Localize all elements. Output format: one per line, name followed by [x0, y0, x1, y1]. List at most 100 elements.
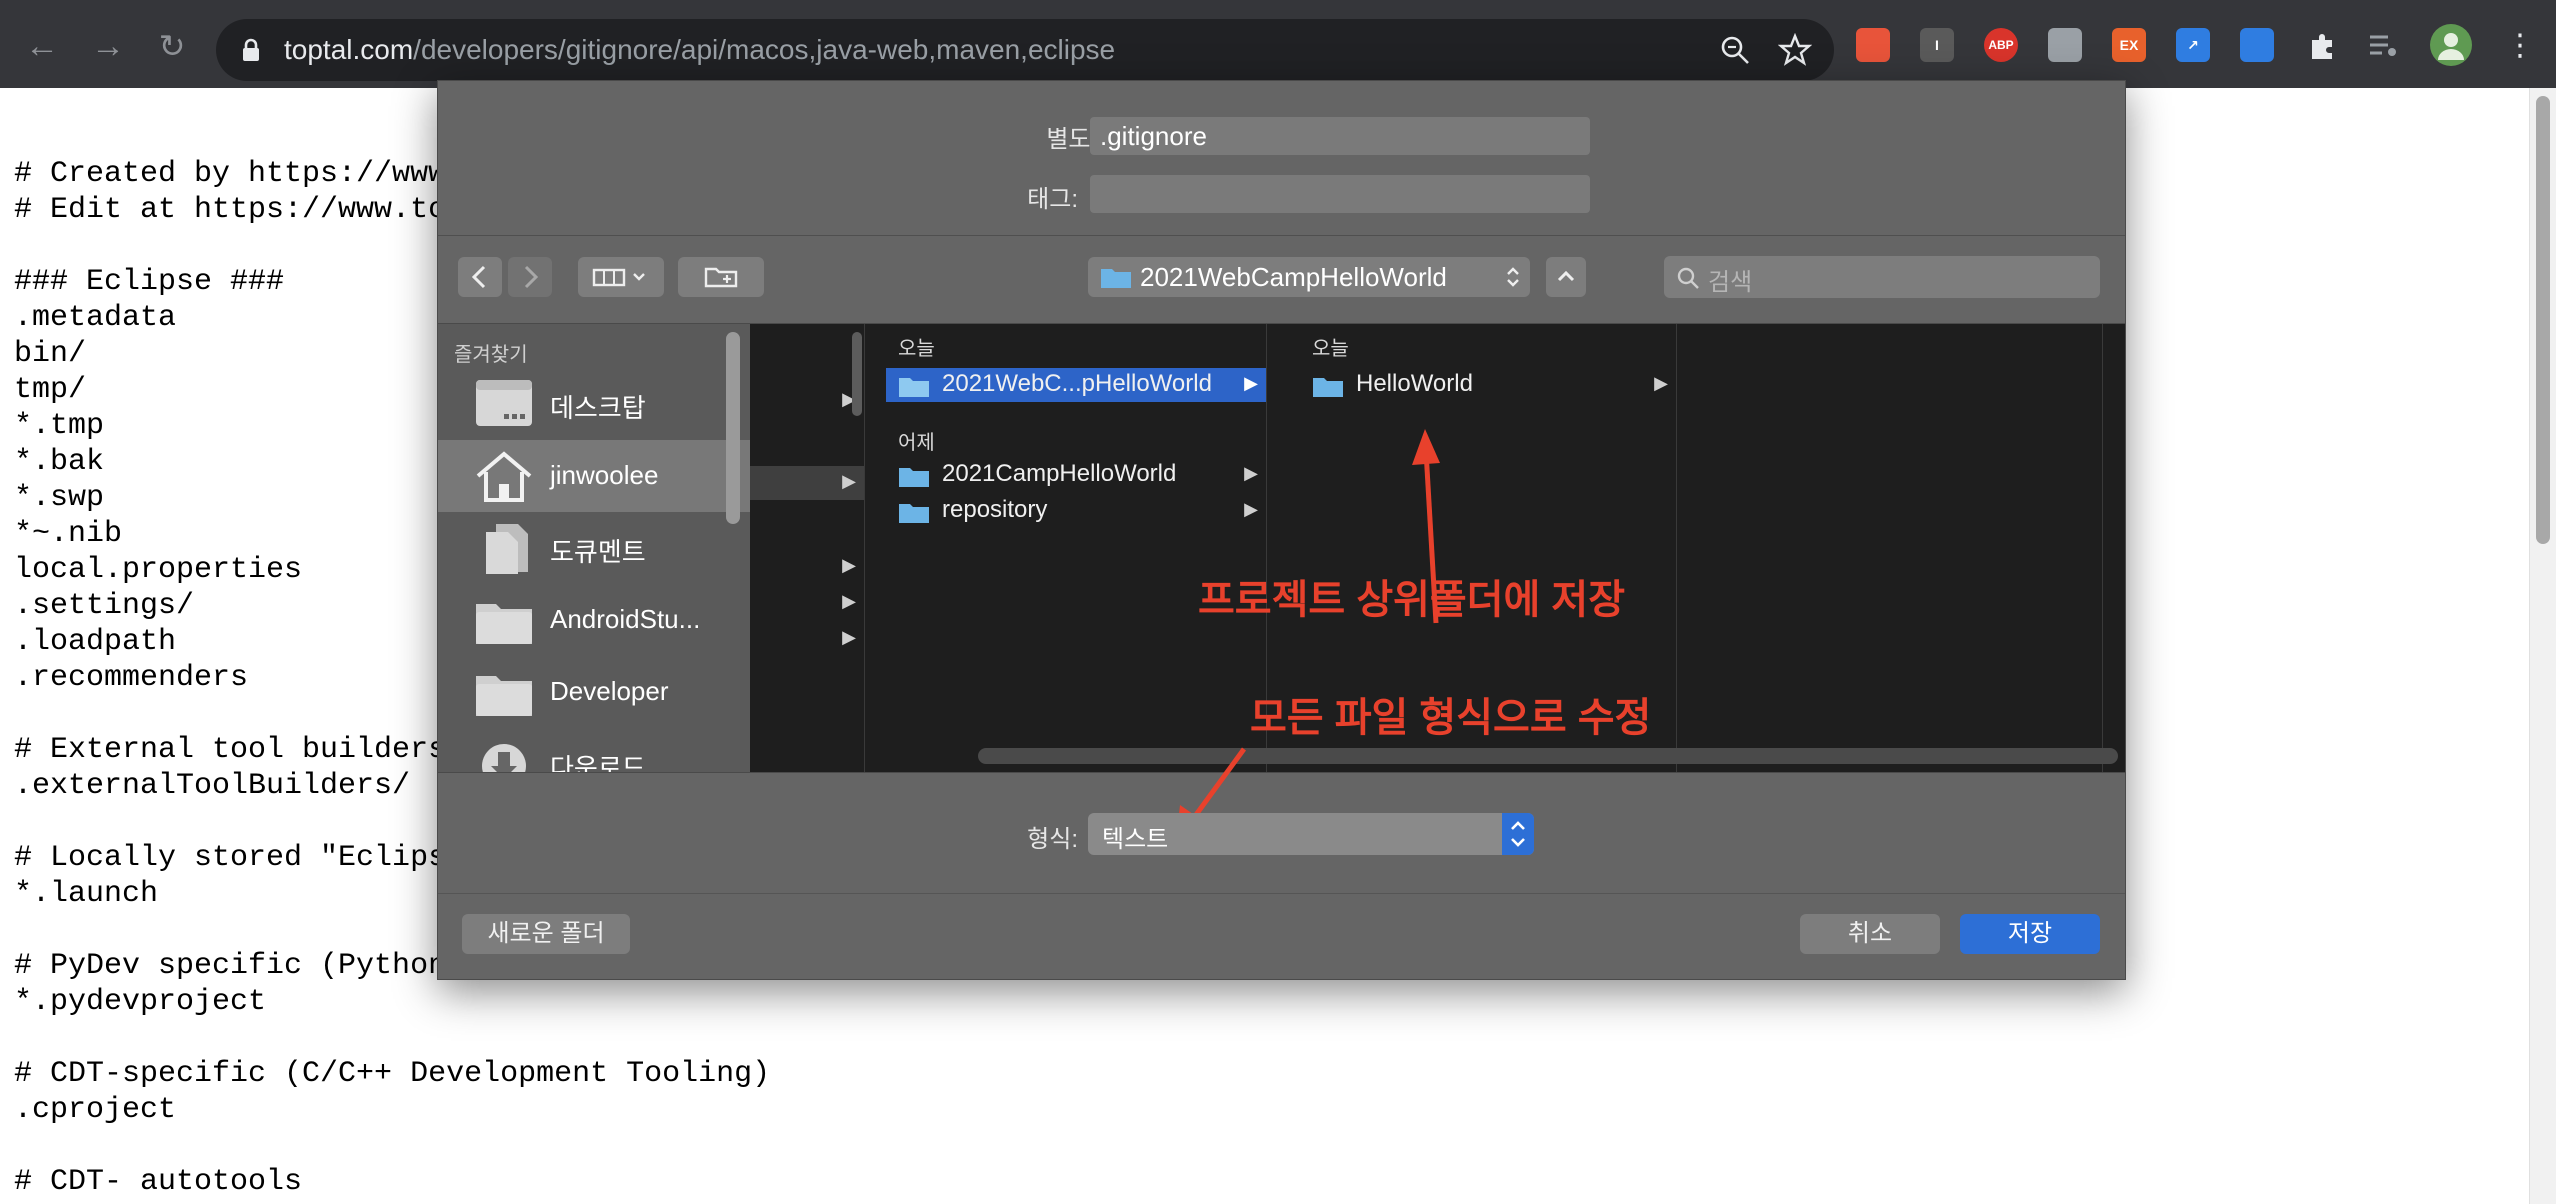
- new-folder-toolbar-button[interactable]: [678, 257, 764, 297]
- home-icon: [476, 451, 532, 502]
- toolbox-ext-icon[interactable]: [1856, 28, 1890, 62]
- sidebar-item-label: 다운로드: [550, 753, 646, 772]
- sidebar: 즐겨찾기 데스크탑 jinwoolee 도큐멘트 AndroidStu... D…: [438, 324, 750, 772]
- sidebar-item-label: jinwoolee: [550, 460, 659, 490]
- format-stepper[interactable]: [1502, 813, 1534, 855]
- ex-ext-icon[interactable]: EX: [2112, 28, 2146, 62]
- forward-button[interactable]: [508, 257, 552, 297]
- sidebar-item-androidstudio[interactable]: AndroidStu...: [438, 584, 750, 656]
- page-scrollbar[interactable]: [2529, 88, 2556, 1204]
- yesterday-heading: 어제: [898, 432, 935, 454]
- list-item[interactable]: HelloWorld ▶: [1300, 368, 1676, 402]
- chrome-menu-icon[interactable]: ⋮: [2500, 26, 2540, 66]
- view-mode-button[interactable]: [578, 257, 664, 297]
- folder-icon: [1313, 378, 1343, 397]
- reader-ext-icon[interactable]: I: [1920, 28, 1954, 62]
- folder-name: repository: [942, 496, 1048, 523]
- sidebar-scrollbar[interactable]: [726, 332, 740, 524]
- bookmark-star-icon[interactable]: [1778, 33, 1812, 67]
- extensions-puzzle-icon[interactable]: [2306, 28, 2340, 62]
- column-empty: [1698, 324, 2103, 772]
- reading-list-icon[interactable]: [2366, 28, 2400, 62]
- browser-toolbar: ← → ↻ toptal.com/developers/gitignore/ap…: [0, 0, 2556, 88]
- sidebar-item-documents[interactable]: 도큐멘트: [438, 512, 750, 584]
- sidebar-item-downloads[interactable]: 다운로드: [438, 728, 750, 772]
- folder-icon: [899, 468, 929, 487]
- back-button[interactable]: [458, 257, 502, 297]
- updown-chevron-icon: [1507, 267, 1519, 287]
- list-item[interactable]: 2021WebC...pHelloWorld ▶: [886, 368, 1266, 402]
- scrollbar-thumb[interactable]: [2536, 96, 2550, 544]
- window-ext-icon[interactable]: [2240, 28, 2274, 62]
- chevron-right-icon: ▶: [842, 471, 856, 491]
- cancel-button[interactable]: 취소: [1800, 914, 1940, 954]
- sidebar-item-label: 데스크탑: [550, 393, 646, 423]
- column-workspace: 오늘 2021WebC...pHelloWorld ▶ 어제 2021CampH…: [886, 324, 1267, 772]
- column-parent: ▶ ▶ ▶ ▶ ▶: [750, 324, 865, 772]
- sidebar-item-label: 도큐멘트: [550, 537, 646, 567]
- sync-ext-icon[interactable]: [2048, 28, 2082, 62]
- tags-field[interactable]: [1090, 175, 1590, 213]
- sidebar-item-label: Developer: [550, 676, 669, 706]
- documents-icon: [486, 524, 528, 574]
- save-button[interactable]: 저장: [1960, 914, 2100, 954]
- folder-icon: [476, 676, 532, 716]
- chevron-right-icon: ▶: [1654, 373, 1668, 393]
- folder-icon: [899, 378, 929, 397]
- format-value: 텍스트: [1102, 826, 1169, 853]
- annotation-save-parent: 프로젝트 상위폴더에 저장: [1198, 578, 1626, 622]
- downloads-icon: [482, 744, 526, 772]
- filename-value: .gitignore: [1100, 121, 1207, 151]
- filename-field[interactable]: .gitignore: [1090, 117, 1590, 155]
- address-bar[interactable]: toptal.com/developers/gitignore/api/maco…: [216, 19, 1834, 81]
- chevron-up-icon: [1557, 270, 1575, 282]
- search-field[interactable]: 검색: [1664, 256, 2100, 298]
- tags-label: 태그:: [1027, 186, 1078, 213]
- adblock-plus-icon[interactable]: ABP: [1984, 28, 2018, 62]
- chevron-right-icon: ▶: [842, 591, 856, 611]
- chevron-right-icon: ▶: [1244, 463, 1258, 483]
- folder-name: 2021WebC...pHelloWorld: [942, 370, 1212, 397]
- list-item[interactable]: ▶: [750, 466, 864, 500]
- lock-icon: [243, 38, 259, 61]
- horizontal-scrollbar[interactable]: [978, 748, 2118, 764]
- sidebar-item-developer[interactable]: Developer: [438, 656, 750, 728]
- divider: [438, 235, 2125, 236]
- list-item[interactable]: repository ▶: [886, 494, 1266, 528]
- list-item[interactable]: ▶: [750, 622, 864, 656]
- divider: [438, 893, 2125, 894]
- back-icon[interactable]: ←: [22, 26, 62, 66]
- sidebar-item-desktop[interactable]: 데스크탑: [438, 368, 750, 440]
- today-heading: 오늘: [1312, 338, 1349, 360]
- avatar[interactable]: [2430, 24, 2472, 66]
- location-name: 2021WebCampHelloWorld: [1140, 262, 1447, 292]
- new-folder-icon: [704, 267, 738, 288]
- url-text: toptal.com/developers/gitignore/api/maco…: [284, 34, 1116, 65]
- chevron-right-icon: [524, 265, 539, 289]
- chevron-left-icon: [471, 265, 486, 289]
- format-label: 형식:: [1027, 826, 1078, 853]
- expand-collapse-button[interactable]: [1546, 257, 1586, 297]
- folder-name: 2021CampHelloWorld: [942, 460, 1177, 487]
- annotation-format-note: 모든 파일 형식으로 수정: [1250, 696, 1652, 740]
- updown-chevron-icon: [1511, 821, 1525, 847]
- format-select[interactable]: 텍스트: [1088, 813, 1534, 855]
- list-item[interactable]: ▶: [750, 550, 864, 584]
- new-folder-button[interactable]: 새로운 폴더: [462, 914, 630, 954]
- list-item[interactable]: ▶: [750, 586, 864, 620]
- location-popup[interactable]: 2021WebCampHelloWorld: [1088, 257, 1530, 297]
- columns-view-icon: [592, 268, 645, 287]
- list-item[interactable]: ▶: [750, 384, 864, 418]
- sidebar-item-jinwoolee[interactable]: jinwoolee: [438, 440, 750, 512]
- folder-icon: [476, 604, 532, 644]
- search-placeholder: 검색: [1708, 269, 1753, 296]
- expand-ext-icon[interactable]: ↗: [2176, 28, 2210, 62]
- zoom-icon[interactable]: [1718, 33, 1752, 67]
- chevron-right-icon: ▶: [1244, 499, 1258, 519]
- folder-name: HelloWorld: [1356, 370, 1473, 397]
- reload-icon[interactable]: ↻: [152, 26, 192, 66]
- sidebar-item-label: AndroidStu...: [550, 604, 701, 634]
- column-scrollbar[interactable]: [852, 332, 862, 416]
- list-item[interactable]: 2021CampHelloWorld ▶: [886, 458, 1266, 492]
- forward-icon[interactable]: →: [88, 26, 128, 66]
